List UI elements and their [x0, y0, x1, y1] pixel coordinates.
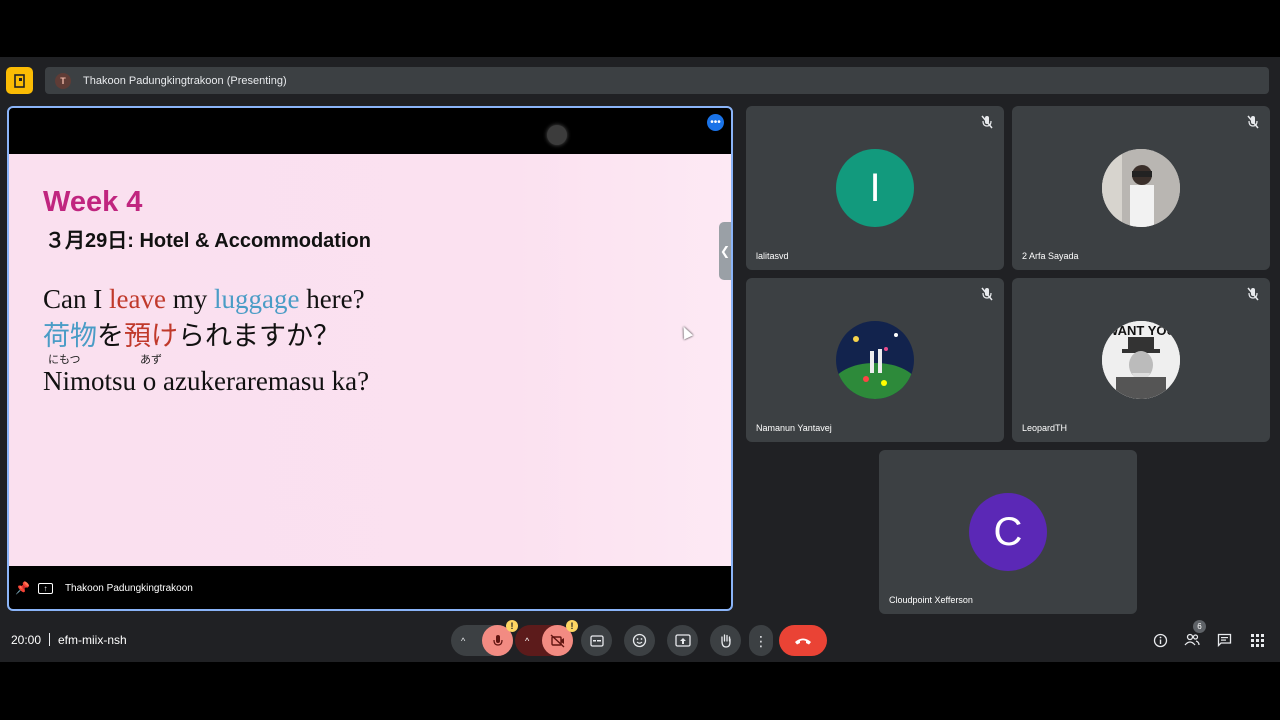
divider — [49, 633, 50, 646]
clock: 20:00 — [11, 633, 42, 647]
camera-button[interactable]: ! — [542, 620, 578, 656]
mic-off-icon — [981, 115, 993, 129]
audio-controls: ^ ! — [451, 620, 518, 656]
hand-icon — [720, 634, 731, 648]
mic-off-icon — [1247, 287, 1259, 301]
emoji-button[interactable] — [624, 625, 655, 656]
more-options-button[interactable]: ⋮ — [749, 625, 773, 656]
participant-tile[interactable]: 2 Arfa Sayada — [1012, 106, 1270, 270]
participant-name: Namanun Yantavej — [756, 423, 832, 433]
furigana-azu: あず — [140, 353, 162, 366]
avatar: C — [969, 493, 1047, 571]
presenter-name: Thakoon Padungkingtrakoon — [64, 582, 193, 594]
furigana-nimotsu: にもつ — [48, 353, 81, 366]
avatar-photo — [1102, 149, 1180, 227]
slide-week-title: Week 4 — [43, 186, 143, 218]
present-button[interactable] — [667, 625, 698, 656]
participant-name: LeopardTH — [1022, 423, 1068, 433]
chat-icon — [1217, 633, 1231, 647]
collapse-handle[interactable]: ❮ — [719, 222, 731, 280]
participant-tile[interactable]: Namanun Yantavej — [746, 278, 1004, 442]
activities-button[interactable] — [1249, 632, 1265, 648]
warning-badge-icon: ! — [566, 620, 578, 632]
companion-mode-icon[interactable] — [6, 67, 33, 94]
presentation-footer: 📌 ↑ Thakoon Padungkingtrakoon — [9, 567, 731, 609]
presentation-tile[interactable]: ••• Week 4 ３月29日: Hotel & Accommodation … — [7, 106, 733, 611]
participant-name: lalitasvd — [756, 251, 789, 261]
meeting-details-button[interactable] — [1152, 632, 1168, 648]
presenter-bar: T Thakoon Padungkingtrakoon (Presenting) — [45, 67, 1269, 94]
avatar: I — [836, 149, 914, 227]
apps-grid-icon — [1250, 633, 1264, 647]
captions-button[interactable] — [581, 625, 612, 656]
participant-tile[interactable]: WANT YOU LeopardTH — [1012, 278, 1270, 442]
participant-name: 2 Arfa Sayada — [1022, 251, 1079, 261]
end-call-button[interactable] — [779, 625, 827, 656]
presenter-label: Thakoon Padungkingtrakoon (Presenting) — [83, 74, 287, 87]
mic-icon — [492, 634, 503, 646]
meet-window: T Thakoon Padungkingtrakoon (Presenting)… — [0, 57, 1280, 662]
chevron-up-icon[interactable]: ^ — [525, 636, 529, 646]
slide: Week 4 ３月29日: Hotel & Accommodation Can … — [9, 154, 731, 566]
participant-tile[interactable]: I lalitasvd — [746, 106, 1004, 270]
camera-off-icon — [550, 633, 564, 648]
pin-icon[interactable]: 📌 — [15, 581, 30, 595]
mouse-cursor-icon — [678, 324, 694, 340]
mic-button[interactable]: ! — [482, 620, 518, 656]
present-screen-icon: ↑ — [37, 582, 53, 594]
video-controls: ^ ! — [515, 620, 578, 656]
phone-hangup-icon — [795, 638, 811, 644]
svg-text:WANT YOU: WANT YOU — [1106, 323, 1176, 338]
warning-badge-icon: ! — [506, 620, 518, 632]
emoji-icon — [632, 633, 647, 648]
people-icon — [1184, 633, 1200, 646]
avatar-uncle-sam: WANT YOU — [1102, 321, 1180, 399]
more-vert-icon: ⋮ — [754, 632, 768, 649]
chevron-up-icon[interactable]: ^ — [461, 636, 465, 646]
slide-japanese-sentence: 荷物を預けられますか？ — [43, 321, 340, 352]
participant-tile[interactable]: C Cloudpoint Xefferson — [879, 450, 1137, 614]
chat-button[interactable] — [1216, 632, 1232, 648]
slide-romaji: Nimotsu o azukeraremasu ka? — [43, 366, 370, 396]
people-button[interactable] — [1184, 632, 1200, 648]
info-icon — [1153, 633, 1167, 647]
present-screen-icon — [674, 634, 691, 647]
presenter-avatar: T — [55, 72, 71, 89]
captions-icon — [589, 634, 604, 647]
raise-hand-button[interactable] — [710, 625, 741, 656]
meeting-code: efm-miix-nsh — [58, 633, 127, 647]
people-count-badge: 6 — [1193, 620, 1206, 633]
avatar-artwork — [836, 321, 914, 399]
control-bar: 20:00 efm-miix-nsh ^ ! ^ ! ⋮ 6 — [0, 620, 1280, 662]
camera-dot-icon — [547, 125, 567, 145]
slide-english-sentence: Can I leave my luggage here? — [43, 284, 365, 314]
mic-off-icon — [1247, 115, 1259, 129]
participant-name: Cloudpoint Xefferson — [889, 595, 973, 605]
more-options-icon[interactable]: ••• — [707, 114, 724, 131]
slide-subtitle: ３月29日: Hotel & Accommodation — [45, 230, 371, 252]
mic-off-icon — [981, 287, 993, 301]
